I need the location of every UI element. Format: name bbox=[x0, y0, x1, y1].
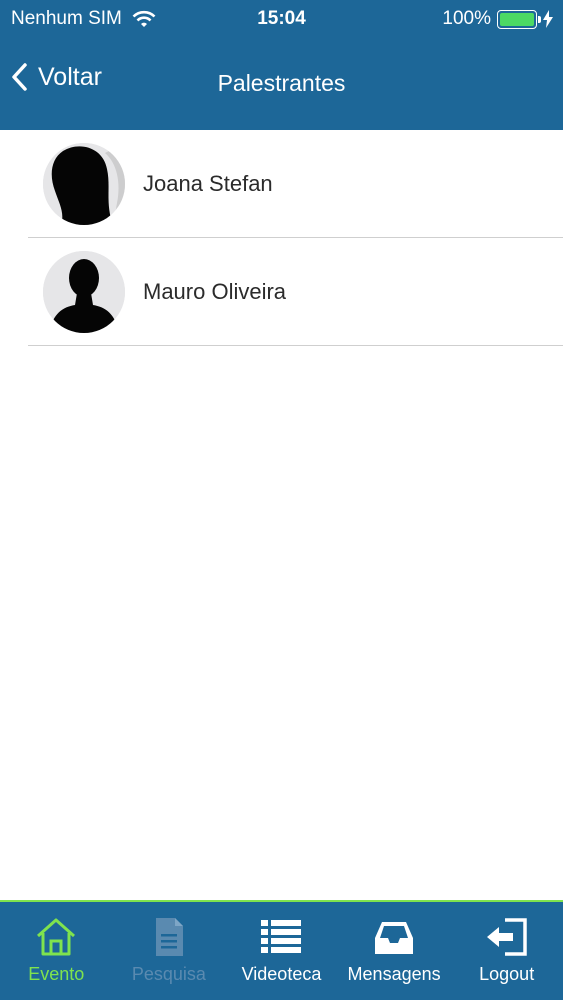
battery-percent: 100% bbox=[442, 8, 491, 29]
battery-icon bbox=[497, 9, 541, 29]
avatar bbox=[43, 142, 125, 225]
tab-label: Videoteca bbox=[241, 964, 322, 984]
tab-label: Logout bbox=[479, 964, 535, 984]
person-silhouette-male-icon bbox=[43, 250, 125, 333]
list-icon bbox=[261, 920, 302, 953]
tab-evento[interactable]: Evento bbox=[0, 902, 113, 1000]
tab-pesquisa[interactable]: Pesquisa bbox=[113, 902, 226, 1000]
tab-label: Evento bbox=[28, 964, 85, 984]
tab-videoteca[interactable]: Videoteca bbox=[225, 902, 338, 1000]
speaker-row[interactable]: Joana Stefan bbox=[28, 130, 563, 238]
tab-mensagens[interactable]: Mensagens bbox=[338, 902, 451, 1000]
status-bar: Nenhum SIM 15:04 100% bbox=[0, 0, 563, 38]
avatar bbox=[43, 250, 125, 333]
status-right: 100% bbox=[442, 8, 553, 30]
document-icon bbox=[155, 918, 183, 956]
page-title: Palestrantes bbox=[217, 70, 346, 96]
tab-label: Mensagens bbox=[347, 964, 441, 984]
battery-fill bbox=[500, 12, 534, 26]
home-icon bbox=[37, 918, 76, 956]
speaker-list: Joana Stefan Mauro Oliveira bbox=[0, 130, 563, 346]
tab-bar: Evento Pesquisa Videoteca Mensagens Logo… bbox=[0, 900, 563, 1000]
person-silhouette-female-icon bbox=[43, 142, 125, 225]
tab-logout[interactable]: Logout bbox=[450, 902, 563, 1000]
inbox-icon bbox=[375, 922, 414, 954]
battery-tip bbox=[538, 15, 541, 23]
speaker-row[interactable]: Mauro Oliveira bbox=[28, 238, 563, 346]
tab-label: Pesquisa bbox=[131, 964, 206, 984]
speaker-name: Joana Stefan bbox=[143, 170, 273, 196]
app-header: Nenhum SIM 15:04 100% Voltar Palestrante… bbox=[0, 0, 563, 130]
logout-icon bbox=[486, 918, 527, 956]
speaker-name: Mauro Oliveira bbox=[143, 278, 287, 304]
charging-bolt-icon bbox=[543, 10, 553, 28]
